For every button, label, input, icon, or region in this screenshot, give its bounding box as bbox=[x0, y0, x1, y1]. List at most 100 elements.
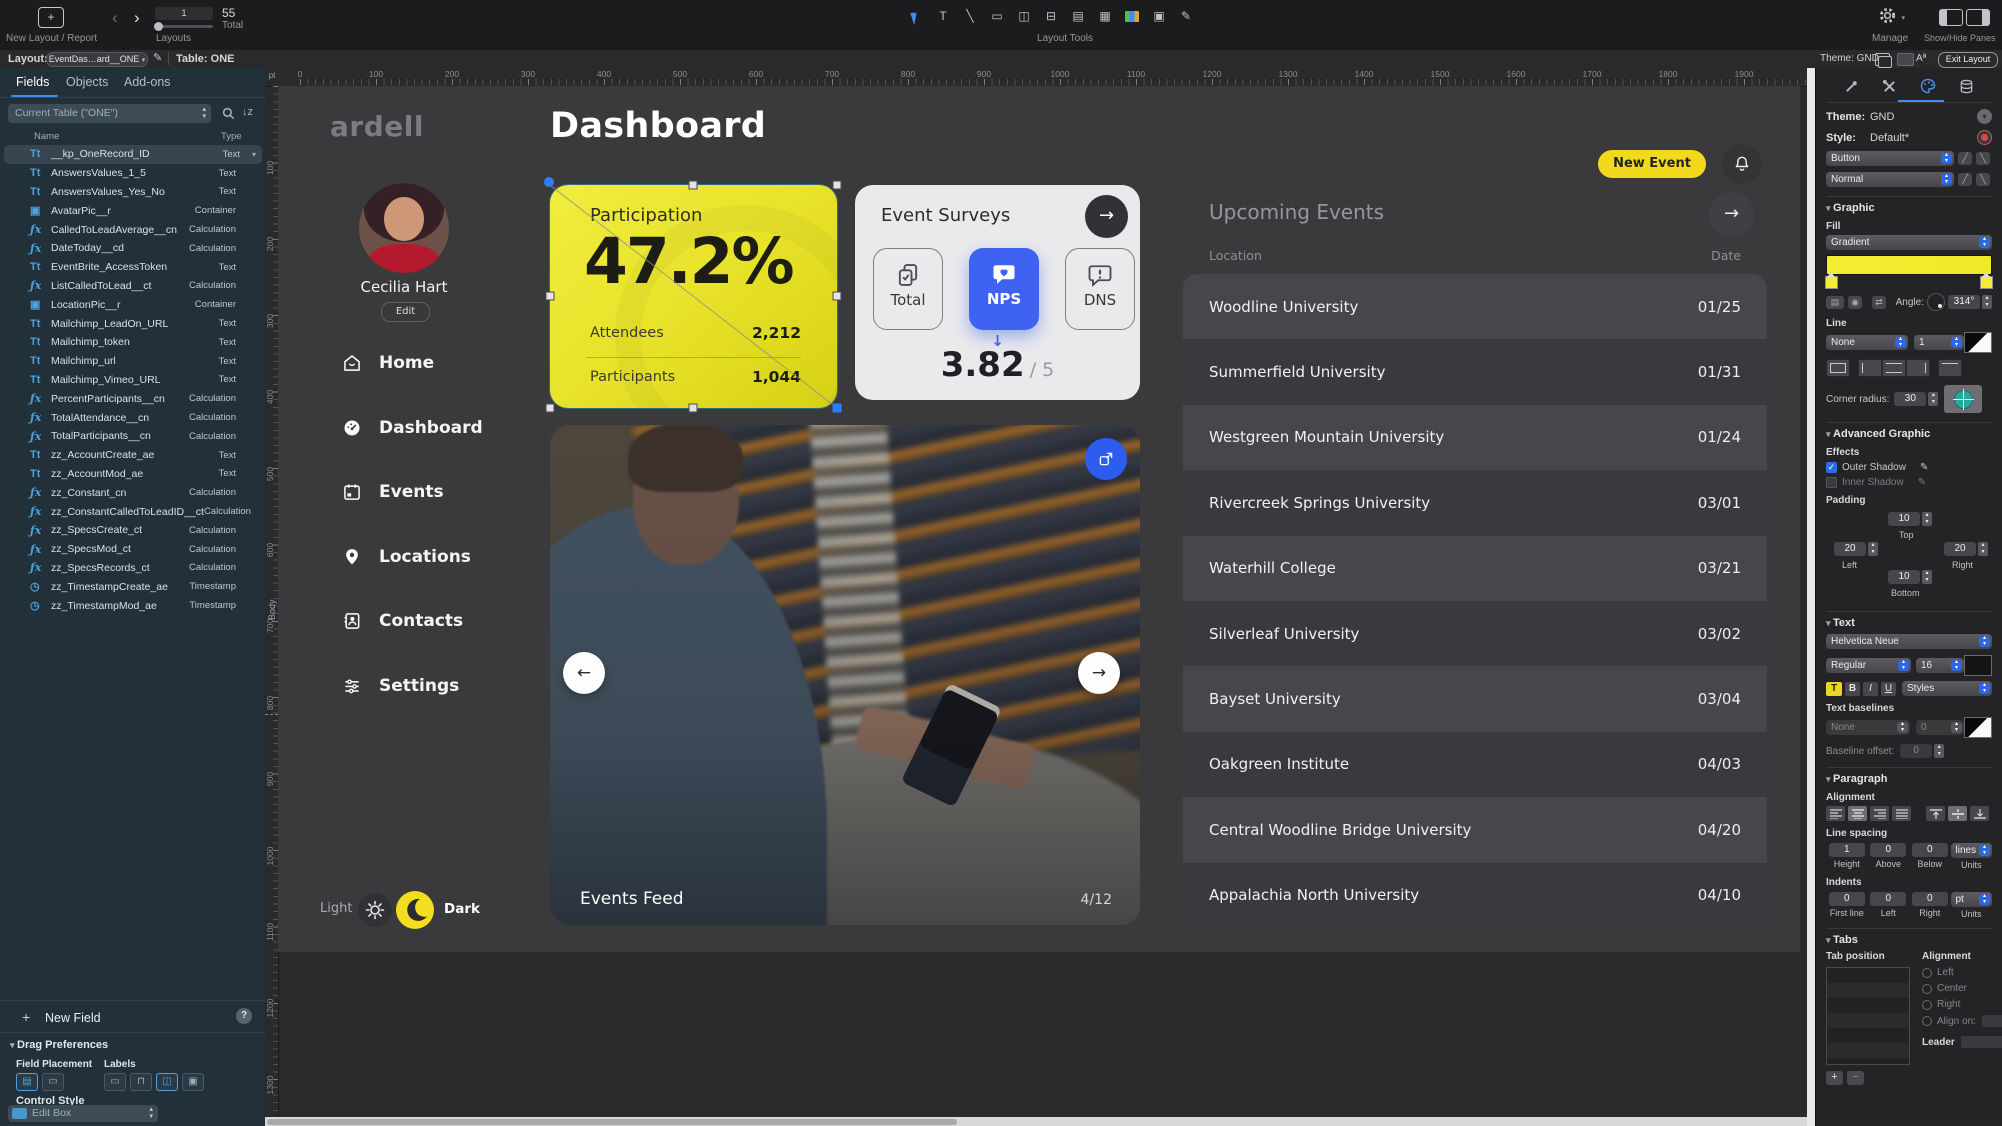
table-row[interactable]: Woodline University 01/25 bbox=[1183, 274, 1767, 340]
notifications-button[interactable] bbox=[1722, 144, 1762, 184]
field-row[interactable]: Tt Mailchimp_url Text ▾ bbox=[4, 352, 262, 371]
sidebar-item-locations[interactable]: Locations bbox=[342, 542, 483, 572]
avatar[interactable] bbox=[359, 183, 449, 273]
placement-inline-button[interactable]: ▭ bbox=[42, 1073, 64, 1091]
linear-gradient-button[interactable]: ▤ bbox=[1826, 295, 1844, 309]
tab-data[interactable] bbox=[1956, 76, 1978, 96]
tool-button[interactable] bbox=[1121, 7, 1143, 26]
object-state-select[interactable]: Normal ▴ ▾ bbox=[1826, 172, 1954, 187]
radial-gradient-button[interactable]: ◉ bbox=[1848, 295, 1862, 309]
radio-right[interactable] bbox=[1922, 999, 1932, 1010]
tabs-section-header[interactable]: Tabs bbox=[1826, 928, 1992, 946]
table-row[interactable]: Summerfield University 01/31 bbox=[1183, 339, 1767, 405]
italic-button[interactable]: I bbox=[1863, 681, 1878, 696]
underline-button[interactable]: U bbox=[1881, 681, 1896, 696]
horizontal-scrollbar[interactable] bbox=[265, 1117, 1807, 1126]
field-row[interactable]: Tt Mailchimp_LeadOn_URL Text ▾ bbox=[4, 314, 262, 333]
corner-radius-value[interactable]: 30 bbox=[1894, 392, 1927, 406]
label-above-button[interactable]: ⊓ bbox=[130, 1073, 152, 1091]
baselines-size-select[interactable]: 0 ▴ ▾ bbox=[1916, 720, 1964, 735]
paste-state-button[interactable]: ╲ bbox=[1976, 173, 1990, 186]
window-icon[interactable] bbox=[1875, 53, 1892, 68]
middle-border-button[interactable] bbox=[1882, 359, 1906, 377]
event-surveys-card[interactable]: Event Surveys → Total NPS DNS ↓ 3.82 / 5 bbox=[855, 185, 1140, 400]
expand-feed-button[interactable] bbox=[1085, 438, 1127, 480]
spacing-above-input[interactable]: 0 bbox=[1870, 843, 1907, 857]
rotation-handle[interactable] bbox=[544, 177, 554, 187]
radio-align-on[interactable] bbox=[1922, 1016, 1932, 1026]
toggle-right-pane-button[interactable] bbox=[1966, 9, 1990, 26]
indent-left-input[interactable]: 0 bbox=[1870, 892, 1907, 906]
line-width-select[interactable]: 1 ▴ ▾ bbox=[1914, 335, 1964, 350]
valign-bottom-button[interactable] bbox=[1970, 806, 1989, 821]
tab-tools[interactable] bbox=[1879, 76, 1901, 96]
radio-left[interactable] bbox=[1922, 967, 1932, 978]
manage-gear-button[interactable]: ▾ bbox=[1878, 6, 1905, 30]
copy-state-button[interactable]: ╱ bbox=[1958, 173, 1972, 186]
resize-handle[interactable] bbox=[545, 403, 555, 413]
previous-slide-button[interactable]: ← bbox=[563, 652, 605, 694]
tab-position[interactable] bbox=[1840, 76, 1862, 96]
forward-button[interactable]: › bbox=[134, 9, 140, 26]
field-row[interactable]: Tt AnswersValues_Yes_No Text ▾ bbox=[4, 183, 262, 202]
exit-layout-button[interactable]: Exit Layout bbox=[1938, 52, 1998, 68]
table-row[interactable]: Central Woodline Bridge University 04/20 bbox=[1183, 797, 1767, 863]
indent-right-input[interactable]: 0 bbox=[1911, 892, 1948, 906]
table-row[interactable]: Waterhill College 03/21 bbox=[1183, 535, 1767, 601]
style-record-button[interactable] bbox=[1977, 130, 1992, 145]
sidebar-item-settings[interactable]: Settings bbox=[342, 671, 483, 701]
layout-selector[interactable]: EventDas…ard__ONE ▾ bbox=[46, 52, 148, 67]
advanced-graphic-section-header[interactable]: Advanced Graphic bbox=[1826, 422, 1992, 440]
new-field-button[interactable]: New Field bbox=[45, 1011, 101, 1025]
sidebar-item-events[interactable]: Events bbox=[342, 477, 483, 507]
field-row[interactable]: ◷ zz_TimestampCreate_ae Timestamp ▾ bbox=[4, 577, 262, 596]
baseline-offset-input[interactable]: 0 bbox=[1900, 744, 1933, 758]
field-row[interactable]: ▣ LocationPic__r Container ▾ bbox=[4, 295, 262, 314]
all-borders-button[interactable] bbox=[1826, 359, 1850, 377]
tab-add-ons[interactable]: Add-ons bbox=[124, 75, 171, 89]
body-part-label[interactable]: Body bbox=[267, 599, 277, 620]
sidebar-item-contacts[interactable]: Contacts bbox=[342, 606, 483, 636]
help-button[interactable]: ? bbox=[236, 1008, 252, 1024]
align-right-button[interactable] bbox=[1870, 806, 1889, 821]
field-row[interactable]: ƒx ListCalledToLead__ct Calculation ▾ bbox=[4, 277, 262, 296]
font-size-button[interactable]: Aª bbox=[1916, 53, 1926, 64]
field-row[interactable]: ƒx TotalAttendance__cn Calculation ▾ bbox=[4, 408, 262, 427]
layouts-slider[interactable] bbox=[154, 22, 213, 31]
spacing-below-input[interactable]: 0 bbox=[1911, 843, 1948, 857]
stepper[interactable]: ▴ ▾ bbox=[1922, 512, 1932, 526]
hairline-button[interactable] bbox=[1938, 359, 1962, 377]
theme-menu-button[interactable]: ▾ bbox=[1977, 109, 1992, 124]
dns-filter-button[interactable]: DNS bbox=[1065, 248, 1135, 330]
placement-stacked-button[interactable]: ▤ bbox=[16, 1073, 38, 1091]
field-row[interactable]: ƒx zz_SpecsMod_ct Calculation ▾ bbox=[4, 540, 262, 559]
tab-fields[interactable]: Fields bbox=[16, 75, 49, 89]
right-border-button[interactable] bbox=[1906, 359, 1930, 377]
stepper[interactable]: ▴ ▾ bbox=[1928, 392, 1939, 406]
padding-top-input[interactable]: 10 bbox=[1888, 512, 1920, 526]
corner-picker[interactable] bbox=[1944, 385, 1983, 413]
dashboard-design[interactable]: ardell Cecilia Hart Edit Home Dashboard bbox=[278, 86, 1800, 952]
spacing-height-input[interactable]: 1 bbox=[1828, 843, 1865, 857]
swatch-dropdown[interactable] bbox=[1897, 53, 1914, 66]
leader-field[interactable] bbox=[1960, 1036, 2002, 1048]
light-mode-button[interactable] bbox=[358, 893, 392, 927]
field-row[interactable]: Tt __kp_OneRecord_ID Text ▾ bbox=[4, 145, 262, 164]
plus-icon[interactable]: + bbox=[22, 1009, 30, 1025]
line-color-swatch[interactable] bbox=[1964, 332, 1992, 353]
bold-button[interactable]: B bbox=[1845, 681, 1860, 696]
fill-type-select[interactable]: Gradient ▴ ▾ bbox=[1826, 235, 1992, 250]
field-row[interactable]: Tt AnswersValues_1_5 Text ▾ bbox=[4, 164, 262, 183]
align-justify-button[interactable] bbox=[1892, 806, 1911, 821]
gradient-stop[interactable] bbox=[1825, 272, 1838, 289]
left-border-button[interactable] bbox=[1858, 359, 1882, 377]
line-style-select[interactable]: None ▴ ▾ bbox=[1826, 335, 1908, 350]
baseline-color-swatch[interactable] bbox=[1964, 717, 1992, 738]
stepper[interactable]: ▴ ▾ bbox=[1868, 542, 1878, 556]
highlight-button[interactable]: T bbox=[1826, 681, 1842, 696]
label-none-button[interactable]: ▭ bbox=[104, 1073, 126, 1091]
object-part-select[interactable]: Button ▴ ▾ bbox=[1826, 151, 1954, 166]
font-size-select[interactable]: 16 ▴ ▾ bbox=[1916, 658, 1964, 673]
field-row[interactable]: ƒx zz_ConstantCalledToLeadID__ct Calcula… bbox=[4, 502, 262, 521]
align-left-button[interactable] bbox=[1826, 806, 1845, 821]
